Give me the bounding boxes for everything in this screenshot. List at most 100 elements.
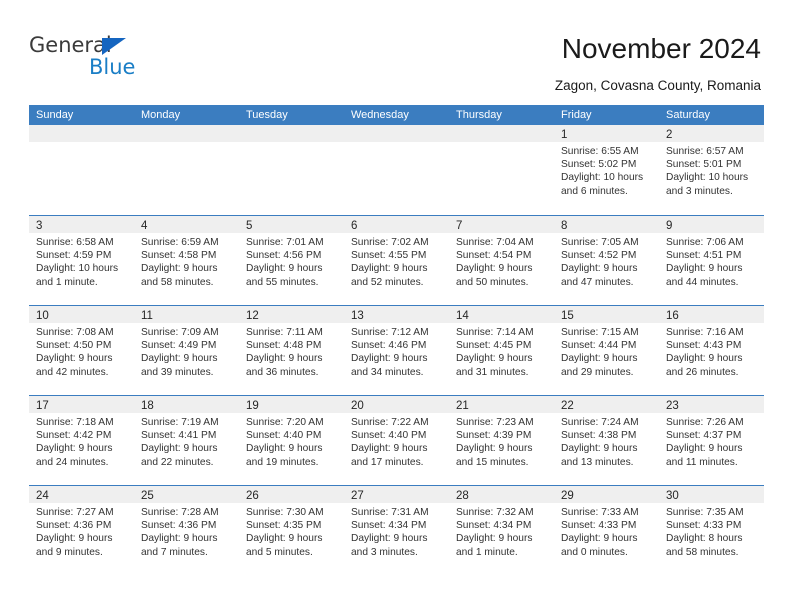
calendar-day-cell[interactable]: 20 Sunrise: 7:22 AM Sunset: 4:40 PM Dayligh… <box>344 396 449 485</box>
sunrise-text: Sunrise: 7:22 AM <box>351 417 429 428</box>
day-number: 23 <box>666 400 679 412</box>
day-details: Sunrise: 7:31 AM Sunset: 4:34 PM Daylight:… <box>344 503 449 559</box>
daylight-text: Daylight: 9 hours and 19 minutes. <box>246 443 323 468</box>
calendar-day-cell[interactable]: 25 Sunrise: 7:28 AM Sunset: 4:36 PM Dayligh… <box>134 486 239 575</box>
day-number-band: 22 <box>554 396 659 413</box>
day-number: 6 <box>351 220 358 232</box>
day-number-band: 18 <box>134 396 239 413</box>
calendar-week-row: 10 Sunrise: 7:08 AM Sunset: 4:50 PM Dayligh… <box>29 305 764 395</box>
sunset-text: Sunset: 4:59 PM <box>36 250 112 262</box>
daylight-text: Daylight: 9 hours and 17 minutes. <box>351 443 428 468</box>
calendar-day-cell[interactable]: 22 Sunrise: 7:24 AM Sunset: 4:38 PM Dayligh… <box>554 396 659 485</box>
day-details: Sunrise: 7:01 AM Sunset: 4:56 PM Daylight:… <box>239 233 344 289</box>
calendar-day-cell[interactable]: 11 Sunrise: 7:09 AM Sunset: 4:49 PM Dayligh… <box>134 306 239 395</box>
day-number: 27 <box>351 490 364 502</box>
sunrise-text: Sunrise: 7:26 AM <box>666 417 744 428</box>
calendar-day-cell[interactable]: 4 Sunrise: 6:59 AM Sunset: 4:58 PM Daylight… <box>134 216 239 305</box>
calendar-day-cell[interactable]: 19 Sunrise: 7:20 AM Sunset: 4:40 PM Dayligh… <box>239 396 344 485</box>
day-details: Sunrise: 7:35 AM Sunset: 4:33 PM Daylight:… <box>659 503 764 559</box>
sunset-text: Sunset: 4:36 PM <box>36 520 112 532</box>
sunset-text: Sunset: 4:48 PM <box>246 340 322 352</box>
day-number-band: 17 <box>29 396 134 413</box>
general-blue-logo[interactable]: General Blue <box>29 33 209 85</box>
day-number: 12 <box>246 310 259 322</box>
day-number-band <box>239 125 344 142</box>
sunset-text: Sunset: 4:51 PM <box>666 250 742 262</box>
sunset-text: Sunset: 4:33 PM <box>561 520 637 532</box>
calendar-week-row: 17 Sunrise: 7:18 AM Sunset: 4:42 PM Dayligh… <box>29 395 764 485</box>
calendar-day-cell[interactable]: 29 Sunrise: 7:33 AM Sunset: 4:33 PM Dayligh… <box>554 486 659 575</box>
calendar-day-cell[interactable]: 14 Sunrise: 7:14 AM Sunset: 4:45 PM Dayligh… <box>449 306 554 395</box>
calendar-day-cell[interactable]: 24 Sunrise: 7:27 AM Sunset: 4:36 PM Dayligh… <box>29 486 134 575</box>
calendar-day-cell[interactable]: 6 Sunrise: 7:02 AM Sunset: 4:55 PM Daylight… <box>344 216 449 305</box>
day-details: Sunrise: 7:05 AM Sunset: 4:52 PM Daylight:… <box>554 233 659 289</box>
calendar-day-cell[interactable]: 27 Sunrise: 7:31 AM Sunset: 4:34 PM Dayligh… <box>344 486 449 575</box>
day-number-band <box>449 125 554 142</box>
sunrise-text: Sunrise: 7:15 AM <box>561 327 639 338</box>
calendar-day-cell[interactable]: 7 Sunrise: 7:04 AM Sunset: 4:54 PM Daylight… <box>449 216 554 305</box>
calendar-day-cell[interactable]: 3 Sunrise: 6:58 AM Sunset: 4:59 PM Daylight… <box>29 216 134 305</box>
calendar-day-cell[interactable]: 16 Sunrise: 7:16 AM Sunset: 4:43 PM Dayligh… <box>659 306 764 395</box>
sunrise-text: Sunrise: 7:04 AM <box>456 237 534 248</box>
sunset-text: Sunset: 4:55 PM <box>351 250 427 262</box>
day-details: Sunrise: 6:57 AM Sunset: 5:01 PM Daylight:… <box>659 142 764 198</box>
daylight-text: Daylight: 9 hours and 58 minutes. <box>141 263 218 288</box>
daylight-text: Daylight: 9 hours and 24 minutes. <box>36 443 113 468</box>
sunset-text: Sunset: 4:37 PM <box>666 430 742 442</box>
calendar-day-cell[interactable]: 30 Sunrise: 7:35 AM Sunset: 4:33 PM Dayligh… <box>659 486 764 575</box>
day-details: Sunrise: 7:33 AM Sunset: 4:33 PM Daylight:… <box>554 503 659 559</box>
calendar-day-cell[interactable]: 13 Sunrise: 7:12 AM Sunset: 4:46 PM Dayligh… <box>344 306 449 395</box>
day-number-band: 16 <box>659 306 764 323</box>
sunrise-text: Sunrise: 7:11 AM <box>246 327 323 338</box>
sunset-text: Sunset: 4:56 PM <box>246 250 322 262</box>
calendar-day-cell[interactable]: 21 Sunrise: 7:23 AM Sunset: 4:39 PM Dayligh… <box>449 396 554 485</box>
sunrise-text: Sunrise: 7:18 AM <box>36 417 114 428</box>
sunrise-text: Sunrise: 7:14 AM <box>456 327 534 338</box>
day-number: 19 <box>246 400 259 412</box>
daylight-text: Daylight: 9 hours and 44 minutes. <box>666 263 743 288</box>
day-number: 9 <box>666 220 673 232</box>
daylight-text: Daylight: 9 hours and 0 minutes. <box>561 533 638 558</box>
weekday-header-tuesday: Tuesday <box>246 109 288 121</box>
sunset-text: Sunset: 4:39 PM <box>456 430 532 442</box>
calendar-day-cell[interactable]: 9 Sunrise: 7:06 AM Sunset: 4:51 PM Daylight… <box>659 216 764 305</box>
sunrise-text: Sunrise: 7:09 AM <box>141 327 219 338</box>
day-details: Sunrise: 7:27 AM Sunset: 4:36 PM Daylight:… <box>29 503 134 559</box>
sunrise-text: Sunrise: 7:16 AM <box>666 327 744 338</box>
calendar-day-cell[interactable]: 5 Sunrise: 7:01 AM Sunset: 4:56 PM Daylight… <box>239 216 344 305</box>
day-number-band: 6 <box>344 216 449 233</box>
daylight-text: Daylight: 9 hours and 22 minutes. <box>141 443 218 468</box>
day-number-band: 25 <box>134 486 239 503</box>
sunrise-text: Sunrise: 6:55 AM <box>561 146 639 157</box>
calendar-day-cell[interactable]: 26 Sunrise: 7:30 AM Sunset: 4:35 PM Dayligh… <box>239 486 344 575</box>
calendar-day-cell[interactable]: 17 Sunrise: 7:18 AM Sunset: 4:42 PM Dayligh… <box>29 396 134 485</box>
day-number: 5 <box>246 220 253 232</box>
calendar-day-cell[interactable]: 2 Sunrise: 6:57 AM Sunset: 5:01 PM Daylight… <box>659 125 764 215</box>
sunrise-text: Sunrise: 7:08 AM <box>36 327 114 338</box>
day-number: 11 <box>141 310 153 322</box>
calendar-day-cell[interactable]: 12 Sunrise: 7:11 AM Sunset: 4:48 PM Dayligh… <box>239 306 344 395</box>
calendar-day-cell[interactable]: 15 Sunrise: 7:15 AM Sunset: 4:44 PM Dayligh… <box>554 306 659 395</box>
day-number: 15 <box>561 310 574 322</box>
calendar-day-cell[interactable]: 18 Sunrise: 7:19 AM Sunset: 4:41 PM Dayligh… <box>134 396 239 485</box>
day-number: 1 <box>561 129 568 141</box>
day-number-band: 29 <box>554 486 659 503</box>
day-number-band: 12 <box>239 306 344 323</box>
weekday-header-wednesday: Wednesday <box>351 109 409 121</box>
daylight-text: Daylight: 9 hours and 26 minutes. <box>666 353 743 378</box>
day-details: Sunrise: 7:18 AM Sunset: 4:42 PM Daylight:… <box>29 413 134 469</box>
daylight-text: Daylight: 10 hours and 6 minutes. <box>561 172 644 197</box>
daylight-text: Daylight: 9 hours and 1 minute. <box>456 533 533 558</box>
logo-text-general: General <box>29 33 112 57</box>
daylight-text: Daylight: 9 hours and 52 minutes. <box>351 263 428 288</box>
day-number: 16 <box>666 310 679 322</box>
calendar-day-cell[interactable]: 10 Sunrise: 7:08 AM Sunset: 4:50 PM Dayligh… <box>29 306 134 395</box>
calendar-day-cell[interactable]: 8 Sunrise: 7:05 AM Sunset: 4:52 PM Daylight… <box>554 216 659 305</box>
day-number-band <box>29 125 134 142</box>
day-details: Sunrise: 7:24 AM Sunset: 4:38 PM Daylight:… <box>554 413 659 469</box>
calendar-day-cell[interactable]: 1 Sunrise: 6:55 AM Sunset: 5:02 PM Daylight… <box>554 125 659 215</box>
day-details: Sunrise: 7:32 AM Sunset: 4:34 PM Daylight:… <box>449 503 554 559</box>
sunset-text: Sunset: 4:43 PM <box>666 340 742 352</box>
calendar-day-cell[interactable]: 23 Sunrise: 7:26 AM Sunset: 4:37 PM Dayligh… <box>659 396 764 485</box>
calendar-day-cell[interactable]: 28 Sunrise: 7:32 AM Sunset: 4:34 PM Dayligh… <box>449 486 554 575</box>
